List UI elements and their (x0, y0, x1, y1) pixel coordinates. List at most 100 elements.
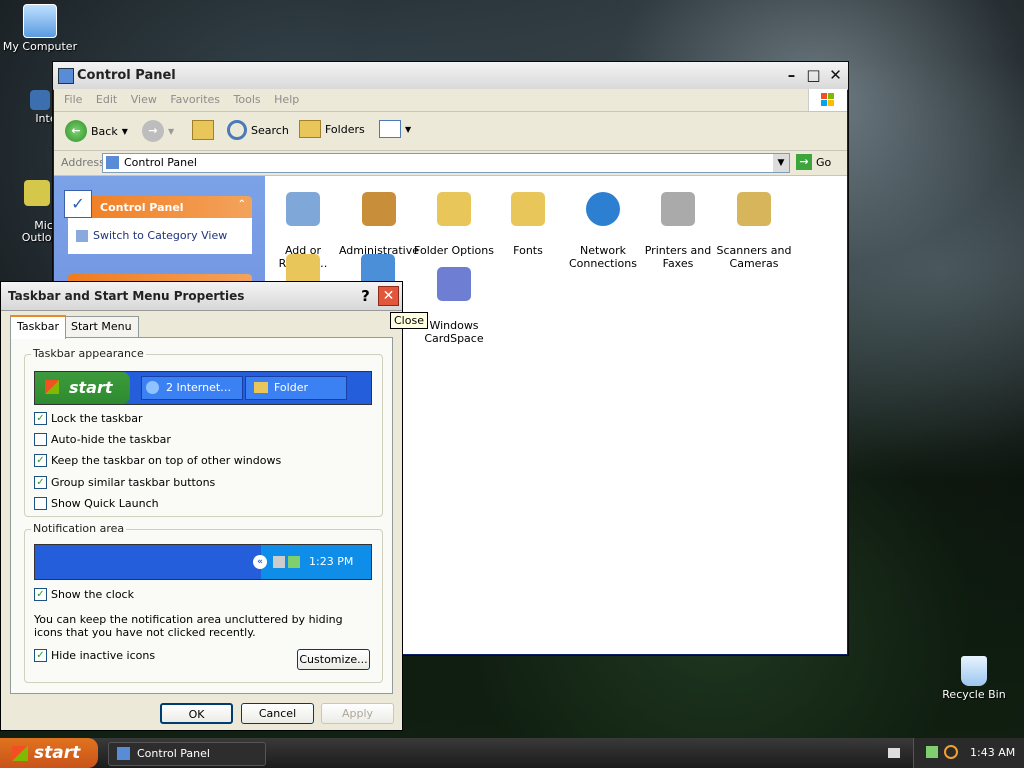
taskbar-preview: start 2 Internet… Folder (34, 371, 372, 405)
add-remove-programs-icon (286, 192, 320, 226)
checkbox-box: ✓ (34, 412, 47, 425)
menu-favorites[interactable]: Favorites (170, 93, 220, 106)
notification-description: You can keep the notification area unclu… (34, 613, 343, 639)
close-tooltip: Close (390, 312, 428, 329)
menu-edit[interactable]: Edit (96, 93, 117, 106)
task-panel-body: Switch to Category View (68, 218, 252, 254)
close-button[interactable]: ✕ (825, 66, 846, 85)
apply-button[interactable]: Apply (321, 703, 394, 724)
keep-on-top-checkbox[interactable]: ✓ Keep the taskbar on top of other window… (34, 454, 281, 467)
menu-file[interactable]: File (64, 93, 82, 106)
customize-button[interactable]: Customize... (297, 649, 370, 670)
menu-tools[interactable]: Tools (234, 93, 261, 106)
search-button[interactable]: Search (227, 120, 289, 140)
keyboard-icon[interactable] (888, 748, 900, 758)
cancel-button[interactable]: Cancel (241, 703, 314, 724)
cp-item-label: Fonts (513, 244, 543, 257)
chevron-down-icon: ▼ (121, 126, 128, 136)
taskbar-item-control-panel[interactable]: Control Panel (108, 742, 266, 766)
desktop-icon-my-computer[interactable]: My Computer (0, 4, 80, 53)
menu-help[interactable]: Help (274, 93, 299, 106)
taskbar: start Control Panel 1:43 AM (0, 738, 1024, 768)
switch-category-link[interactable]: Switch to Category View (76, 229, 227, 242)
cp-item-windows-cardspace[interactable]: Windows CardSpace (413, 254, 495, 345)
views-button[interactable]: ▼ (379, 120, 411, 138)
dialog-titlebar[interactable]: Taskbar and Start Menu Properties ? ✕ (1, 282, 402, 311)
help-button[interactable]: ? (355, 286, 376, 306)
quick-launch-checkbox[interactable]: Show Quick Launch (34, 497, 159, 510)
start-button[interactable]: start (0, 738, 98, 768)
cp-item-label: Network Connections (569, 244, 637, 270)
taskbar-properties-dialog: Taskbar and Start Menu Properties ? ✕ Ta… (0, 281, 403, 731)
system-tray: 1:43 AM (913, 738, 1024, 768)
back-label: Back (91, 124, 118, 138)
views-icon (379, 120, 401, 138)
desktop-icon-recycle-bin[interactable]: Recycle Bin (934, 656, 1014, 701)
cp-item-fonts[interactable]: Fonts (488, 179, 568, 257)
forward-arrow-icon: → (142, 120, 164, 142)
computer-icon (23, 4, 57, 38)
back-arrow-icon: ← (65, 120, 87, 142)
control-panel-titlebar[interactable]: Control Panel – □ ✕ (53, 62, 848, 90)
control-panel-title-icon (58, 68, 74, 84)
tab-taskbar[interactable]: Taskbar (10, 315, 66, 339)
checkbox-label: Hide inactive icons (51, 649, 156, 662)
tray-network-icon[interactable] (926, 746, 938, 758)
dialog-close-button[interactable]: ✕ (378, 286, 399, 306)
go-arrow-icon: → (796, 154, 812, 170)
checkbox-label: Show Quick Launch (51, 497, 159, 510)
cp-item-network-connections[interactable]: Network Connections (563, 179, 643, 270)
collapse-icon[interactable]: ⌃ (238, 199, 246, 210)
hide-inactive-checkbox[interactable]: ✓ Hide inactive icons (34, 649, 155, 662)
address-field[interactable]: Control Panel ▼ (102, 153, 790, 173)
switch-view-icon (76, 229, 88, 242)
folder-options-icon (437, 192, 471, 226)
lock-taskbar-checkbox[interactable]: ✓ Lock the taskbar (34, 412, 143, 425)
start-label: start (34, 743, 81, 763)
checkbox-label: Group similar taskbar buttons (51, 476, 216, 489)
search-icon (227, 120, 247, 140)
cp-item-printers-faxes[interactable]: Printers and Faxes (638, 179, 718, 270)
minimize-button[interactable]: – (781, 66, 802, 85)
checkbox-box (34, 497, 47, 510)
up-folder-button[interactable] (192, 120, 214, 140)
fonts-icon (511, 192, 545, 226)
go-button[interactable]: → Go (796, 154, 831, 170)
ie-icon (146, 381, 159, 394)
group-similar-checkbox[interactable]: ✓ Group similar taskbar buttons (34, 476, 215, 489)
window-title: Control Panel (77, 68, 176, 83)
checkbox-label: Auto-hide the taskbar (51, 433, 171, 446)
cp-item-folder-options[interactable]: Folder Options (413, 179, 495, 257)
printer-icon (661, 192, 695, 226)
address-dropdown-icon[interactable]: ▼ (773, 154, 789, 172)
cp-item-scanners-cameras[interactable]: Scanners and Cameras (713, 179, 795, 270)
back-button[interactable]: ← Back ▼ (65, 120, 128, 142)
checkbox-box: ✓ (34, 454, 47, 467)
checkbox-label: Lock the taskbar (51, 412, 143, 425)
menu-view[interactable]: View (131, 93, 157, 106)
show-clock-checkbox[interactable]: ✓ Show the clock (34, 588, 134, 601)
checkbox-box (34, 433, 47, 446)
outlook-icon (24, 180, 50, 206)
folders-button[interactable]: Folders (299, 120, 365, 138)
checkbox-label: Keep the taskbar on top of other windows (51, 454, 282, 467)
forward-button[interactable]: → ▼ (142, 120, 174, 142)
windows-flag-icon (12, 746, 28, 761)
control-panel-task-header[interactable]: ✓ Control Panel ⌃ (64, 190, 252, 218)
auto-hide-checkbox[interactable]: Auto-hide the taskbar (34, 433, 171, 446)
taskbar-appearance-legend: Taskbar appearance (31, 347, 146, 360)
ok-button[interactable]: OK (160, 703, 233, 724)
address-bar: Address Control Panel ▼ → Go (54, 151, 847, 176)
clock[interactable]: 1:43 AM (970, 746, 1015, 759)
go-label: Go (816, 155, 832, 169)
tray-search-icon[interactable] (944, 745, 958, 759)
tab-start-menu[interactable]: Start Menu (64, 316, 139, 337)
task-header-title: Control Panel (100, 201, 184, 214)
maximize-button[interactable]: □ (803, 66, 824, 85)
switch-category-label: Switch to Category View (93, 229, 228, 242)
windows-flag-icon (45, 380, 59, 394)
network-globe-icon (586, 192, 620, 226)
folder-icon (254, 382, 268, 393)
preview-clock: 1:23 PM (309, 555, 354, 568)
expand-chevron-icon: « (253, 555, 267, 569)
